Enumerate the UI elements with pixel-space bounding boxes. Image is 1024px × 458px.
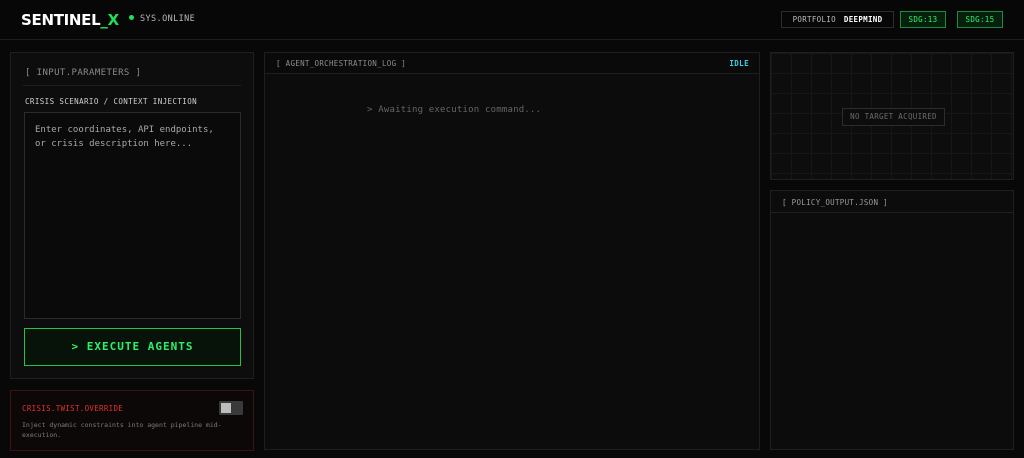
log-message: > Awaiting execution command... [367,105,542,115]
crisis-override-description: Inject dynamic constraints into agent pi… [22,421,222,439]
crisis-override-title: CRISIS.TWIST.OVERRIDE [22,404,124,413]
system-status-text: SYS.ONLINE [140,14,196,24]
toggle-knob [221,403,231,413]
policy-panel-header: [ POLICY_OUTPUT.JSON ] [771,191,1013,213]
portfolio-badge[interactable]: PORTFOLIO DEEPMIND [781,11,894,28]
logo-main: SENTINEL [21,11,101,29]
sdg-badge-13[interactable]: SDG:13 [900,11,946,28]
crisis-scenario-input[interactable] [24,112,241,319]
target-view-panel: NO TARGET ACQUIRED [770,52,1014,180]
policy-output-panel: [ POLICY_OUTPUT.JSON ] [770,190,1014,450]
input-parameters-panel: [ INPUT.PARAMETERS ] CRISIS SCENARIO / C… [10,52,254,379]
execute-agents-button[interactable]: > EXECUTE AGENTS [24,328,241,366]
status-dot-icon [129,15,134,20]
no-target-label: NO TARGET ACQUIRED [842,108,945,126]
portfolio-label: PORTFOLIO [792,15,836,24]
app-logo: SENTINEL_X [21,11,119,29]
divider [23,85,241,86]
top-bar: SENTINEL_X SYS.ONLINE PORTFOLIO DEEPMIND … [0,0,1024,40]
input-panel-title: [ INPUT.PARAMETERS ] [25,68,142,78]
sdg-badge-15[interactable]: SDG:15 [957,11,1003,28]
crisis-override-toggle[interactable] [219,401,243,415]
log-panel-header: [ AGENT_ORCHESTRATION_LOG ] IDLE [265,53,759,74]
log-status-badge: IDLE [729,59,749,68]
portfolio-value: DEEPMIND [843,15,883,24]
agent-orchestration-log-panel: [ AGENT_ORCHESTRATION_LOG ] IDLE > Await… [264,52,760,450]
logo-accent: _X [100,11,119,29]
log-panel-title: [ AGENT_ORCHESTRATION_LOG ] [276,59,407,68]
crisis-override-panel: CRISIS.TWIST.OVERRIDE Inject dynamic con… [10,390,254,451]
crisis-scenario-label: CRISIS SCENARIO / CONTEXT INJECTION [25,97,198,106]
policy-panel-title: [ POLICY_OUTPUT.JSON ] [782,198,888,207]
system-status: SYS.ONLINE [129,14,195,24]
